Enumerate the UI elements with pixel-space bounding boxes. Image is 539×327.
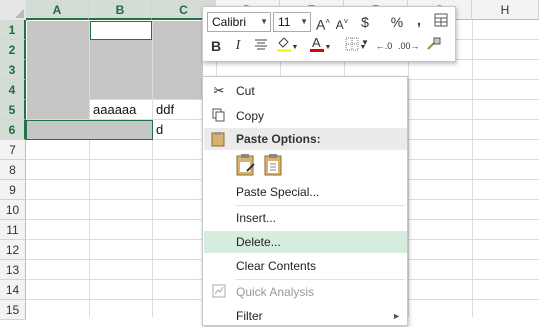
menu-label-paste-special: Paste Special... [236,185,320,199]
increase-font-size-icon[interactable]: A˄ [315,13,331,34]
context-menu: ✂ Cut Copy Paste Options: Paste Special.… [202,76,408,326]
row-header-9[interactable]: 9 [0,180,26,200]
chevron-down-icon[interactable]: ▼ [260,13,268,31]
decrease-font-size-icon[interactable]: A˅ [334,13,350,34]
row-header-14[interactable]: 14 [0,280,26,300]
paste-icon[interactable] [263,153,285,180]
selection-border-row6 [26,120,153,140]
font-size-value: 11 [278,15,291,29]
quick-analysis-icon [210,284,228,300]
menu-item-filter[interactable]: Filter ► [204,305,407,327]
borders-icon[interactable] [344,37,360,55]
menu-item-quick-analysis[interactable]: Quick Analysis [204,281,407,303]
menu-item-cut[interactable]: ✂ Cut [204,80,407,102]
row-header-10[interactable]: 10 [0,200,26,220]
menu-separator [235,205,405,206]
fill-color-icon[interactable] [276,35,292,57]
percent-style-icon[interactable]: % [389,13,405,31]
paste-options-label: Paste Options: [236,132,321,146]
gridline [408,20,409,317]
increase-decimal-icon[interactable]: ←.0 [374,37,394,55]
chevron-down-icon[interactable]: ▼ [300,13,308,31]
column-header-a[interactable]: A [26,0,89,20]
font-size-box[interactable]: 11 ▼ [273,12,311,32]
italic-icon[interactable]: I [231,37,245,55]
clipboard-icon [210,131,226,154]
row-header-12[interactable]: 12 [0,240,26,260]
chevron-down-icon[interactable]: ▼ [291,39,299,57]
row-header-4[interactable]: 4 [0,80,26,100]
menu-item-delete[interactable]: Delete... [204,231,407,253]
row-header-2[interactable]: 2 [0,40,26,60]
menu-item-paste-special[interactable]: Paste Special... [204,181,407,203]
cell-b5[interactable]: aaaaaa [90,100,136,120]
font-name-value: Calibri [212,15,247,29]
copy-icon [210,108,228,124]
comma-style-icon[interactable]: , [413,11,425,29]
selected-range-b2-b4[interactable] [90,40,152,99]
font-color-icon[interactable]: A [309,35,325,57]
paste-options-header: Paste Options: [204,128,407,150]
column-header-h[interactable]: H [472,0,539,20]
cell-c5[interactable]: ddf [153,100,174,120]
format-painter-icon[interactable] [425,36,443,56]
column-header-b[interactable]: B [89,0,152,20]
menu-label-filter: Filter [236,309,263,323]
menu-label-copy: Copy [236,109,265,123]
row-header-3[interactable]: 3 [0,60,26,80]
row-header-13[interactable]: 13 [0,260,26,280]
menu-label-quick-analysis: Quick Analysis [236,285,315,299]
menu-item-copy[interactable]: Copy [204,105,407,127]
scissors-icon: ✂ [213,83,225,98]
chevron-down-icon[interactable]: ▼ [359,39,367,57]
menu-label-insert: Insert... [236,211,277,225]
row-header-11[interactable]: 11 [0,220,26,240]
font-name-box[interactable]: Calibri ▼ [207,12,271,32]
mini-toolbar: Calibri ▼ 11 ▼ A˄ A˅ $ ▼ % , B I ▼ A ▼ ▼… [202,6,456,62]
row-header-1[interactable]: 1 [0,20,26,40]
menu-item-insert[interactable]: Insert... [204,207,407,229]
menu-label-delete: Delete... [236,235,281,249]
row-header-5[interactable]: 5 [0,100,26,120]
bold-icon[interactable]: B [209,37,223,55]
active-cell-b1[interactable] [90,21,152,40]
menu-item-clear-contents[interactable]: Clear Contents [204,255,407,277]
cell-c6[interactable]: d [153,120,163,140]
paste-with-format-icon[interactable] [235,153,257,180]
decrease-decimal-icon[interactable]: .00→ [398,37,420,55]
select-all-corner[interactable] [0,0,27,21]
menu-label-clear-contents: Clear Contents [236,259,317,273]
format-table-icon[interactable] [433,13,449,31]
chevron-right-icon: ► [392,311,401,321]
selected-range-a1-a5[interactable] [27,21,89,119]
svg-text:A: A [312,35,321,50]
menu-label-cut: Cut [236,84,255,98]
row-header-7[interactable]: 7 [0,140,26,160]
chevron-down-icon[interactable]: ▼ [324,39,332,57]
row-header-15[interactable]: 15 [0,300,26,320]
menu-separator [235,279,405,280]
row-header-6[interactable]: 6 [0,120,26,140]
gridline [472,20,473,317]
selected-range-c1-c4[interactable] [153,21,203,99]
row-header-8[interactable]: 8 [0,160,26,180]
align-center-icon[interactable] [253,37,269,55]
